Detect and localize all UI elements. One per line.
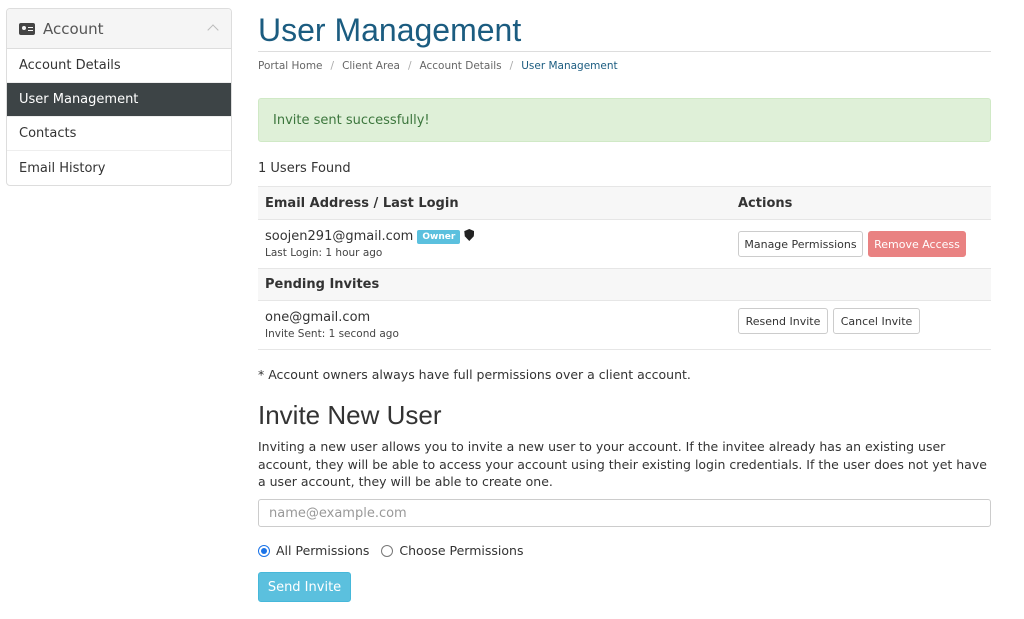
pending-invites-label: Pending Invites bbox=[265, 277, 380, 292]
remove-access-button[interactable]: Remove Access bbox=[868, 231, 966, 257]
col-actions-header: Actions bbox=[738, 196, 793, 211]
choose-permissions-label[interactable]: Choose Permissions bbox=[399, 543, 523, 558]
sidebar-item-email-history[interactable]: Email History bbox=[7, 151, 231, 185]
breadcrumb-client-area[interactable]: Client Area bbox=[342, 60, 400, 72]
page-title: User Management bbox=[258, 0, 991, 52]
chevron-up-icon[interactable] bbox=[207, 24, 219, 36]
permissions-radio-group: All Permissions Choose Permissions bbox=[258, 543, 535, 558]
user-email: soojen291@gmail.com bbox=[265, 229, 414, 244]
user-email-cell: soojen291@gmail.com Owner bbox=[265, 229, 475, 244]
resend-invite-button[interactable]: Resend Invite bbox=[738, 308, 828, 334]
all-permissions-label[interactable]: All Permissions bbox=[276, 543, 369, 558]
shield-icon bbox=[464, 229, 475, 241]
account-sidebar: Account Account Details User Management … bbox=[6, 8, 232, 186]
breadcrumb: Portal Home / Client Area / Account Deta… bbox=[258, 60, 991, 72]
invite-email: one@gmail.com bbox=[265, 310, 371, 325]
table-row: one@gmail.com Invite Sent: 1 second ago … bbox=[258, 300, 991, 350]
sidebar-item-contacts[interactable]: Contacts bbox=[7, 117, 231, 151]
invite-sent: Invite Sent: 1 second ago bbox=[265, 328, 399, 340]
table-header: Email Address / Last Login Actions bbox=[258, 186, 991, 219]
breadcrumb-portal-home[interactable]: Portal Home bbox=[258, 60, 323, 72]
success-alert: Invite sent successfully! bbox=[258, 98, 991, 142]
invite-description: Inviting a new user allows you to invite… bbox=[258, 439, 987, 489]
main-content: User Management Portal Home / Client Are… bbox=[258, 0, 991, 602]
all-permissions-radio[interactable] bbox=[258, 544, 270, 557]
pending-invites-header: Pending Invites bbox=[258, 268, 991, 300]
cancel-invite-button[interactable]: Cancel Invite bbox=[833, 308, 920, 334]
sidebar-title: Account bbox=[43, 19, 104, 38]
col-email-header: Email Address / Last Login bbox=[265, 196, 459, 211]
id-card-icon bbox=[19, 22, 35, 35]
invite-section-title: Invite New User bbox=[258, 400, 442, 430]
sidebar-item-user-management[interactable]: User Management bbox=[7, 83, 231, 117]
manage-permissions-button[interactable]: Manage Permissions bbox=[738, 231, 863, 257]
choose-permissions-radio[interactable] bbox=[381, 544, 394, 557]
users-table: Email Address / Last Login Actions sooje… bbox=[258, 186, 991, 350]
sidebar-item-account-details[interactable]: Account Details bbox=[7, 49, 231, 83]
send-invite-button[interactable]: Send Invite bbox=[258, 572, 351, 602]
breadcrumb-account-details[interactable]: Account Details bbox=[420, 60, 502, 72]
users-found-count: 1 Users Found bbox=[258, 161, 351, 176]
breadcrumb-current: User Management bbox=[521, 60, 618, 72]
invite-email-input[interactable] bbox=[258, 499, 991, 527]
breadcrumb-separator: / bbox=[509, 60, 514, 72]
last-login: Last Login: 1 hour ago bbox=[265, 247, 383, 259]
sidebar-header[interactable]: Account bbox=[7, 9, 231, 49]
table-row: soojen291@gmail.com Owner Last Login: 1 h… bbox=[258, 219, 991, 268]
owner-badge: Owner bbox=[417, 230, 461, 244]
breadcrumb-separator: / bbox=[407, 60, 412, 72]
owner-note: * Account owners always have full permis… bbox=[258, 367, 691, 382]
breadcrumb-separator: / bbox=[330, 60, 335, 72]
